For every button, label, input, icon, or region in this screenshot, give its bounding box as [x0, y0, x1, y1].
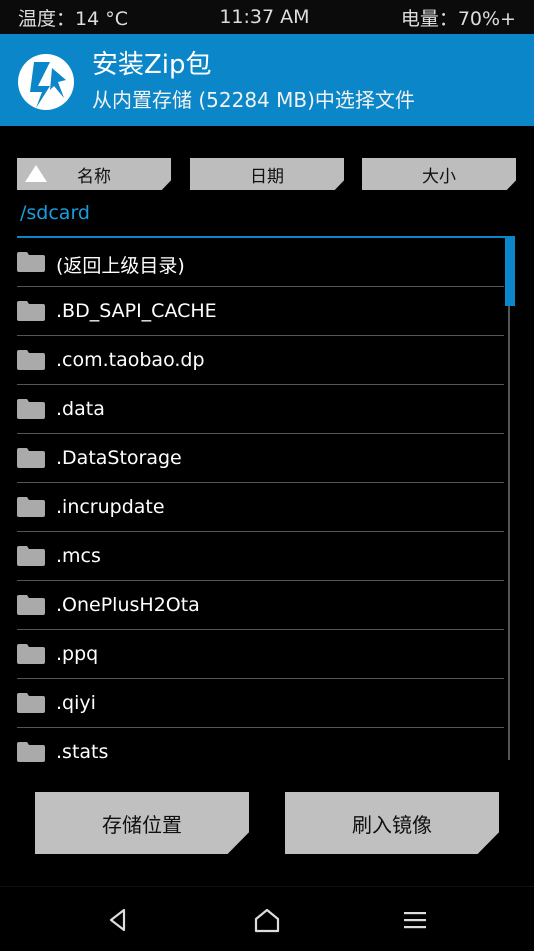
file-name: .mcs [56, 545, 101, 567]
file-name: .qiyi [56, 692, 96, 714]
header-title: 安装Zip包 [92, 50, 212, 80]
scrollbar-track[interactable] [508, 238, 510, 760]
file-name: .BD_SAPI_CACHE [56, 300, 217, 322]
file-name: .DataStorage [56, 447, 182, 469]
folder-icon [17, 350, 45, 370]
folder-icon [17, 595, 45, 615]
folder-icon [17, 497, 45, 517]
folder-icon [17, 252, 45, 272]
scrollbar-thumb[interactable] [505, 238, 515, 306]
status-bar: 温度：14 °C 11:37 AM 电量：70%+ [0, 0, 534, 34]
sort-name-label: 名称 [77, 166, 111, 187]
current-path: /sdcard [20, 202, 90, 224]
file-row[interactable]: .ppq [17, 630, 504, 679]
folder-icon [17, 399, 45, 419]
file-name: (返回上级目录) [56, 255, 185, 277]
folder-icon [17, 546, 45, 566]
storage-location-label: 存储位置 [102, 812, 182, 837]
sort-size-label: 大小 [422, 166, 456, 187]
folder-icon [17, 693, 45, 713]
sort-by-date-button[interactable]: 日期 [190, 158, 344, 190]
file-row[interactable]: .stats [17, 728, 504, 776]
storage-location-button[interactable]: 存储位置 [35, 792, 249, 854]
file-name: .data [56, 398, 105, 420]
flash-image-button[interactable]: 刷入镜像 [285, 792, 499, 854]
file-name: .ppq [56, 643, 99, 665]
folder-icon [17, 301, 45, 321]
sort-by-size-button[interactable]: 大小 [362, 158, 516, 190]
sort-by-name-button[interactable]: 名称 [17, 158, 171, 190]
file-name: .incrupdate [56, 496, 165, 518]
file-row[interactable]: .DataStorage [17, 434, 504, 483]
flash-image-label: 刷入镜像 [352, 812, 432, 837]
file-row[interactable]: .mcs [17, 532, 504, 581]
file-row[interactable]: .com.taobao.dp [17, 336, 504, 385]
twrp-logo-icon [16, 52, 76, 112]
file-row[interactable]: .OnePlusH2Ota [17, 581, 504, 630]
file-row[interactable]: .data [17, 385, 504, 434]
file-row-parent[interactable]: (返回上级目录) [17, 238, 504, 287]
file-name: .stats [56, 741, 109, 763]
clock-text: 11:37 AM [219, 6, 310, 28]
folder-icon [17, 448, 45, 468]
file-row[interactable]: .BD_SAPI_CACHE [17, 287, 504, 336]
folder-icon [17, 742, 45, 762]
sort-ascending-icon [25, 165, 47, 182]
temperature-text: 温度：14 °C [18, 7, 128, 30]
home-icon[interactable] [252, 905, 282, 935]
file-row[interactable]: .qiyi [17, 679, 504, 728]
navigation-bar [0, 886, 534, 951]
battery-text: 电量：70%+ [400, 7, 516, 30]
file-list: (返回上级目录) .BD_SAPI_CACHE .com.taobao.dp .… [17, 238, 504, 776]
header: 安装Zip包 从内置存储 (52284 MB)中选择文件 [0, 34, 534, 126]
file-name: .com.taobao.dp [56, 349, 205, 371]
file-name: .OnePlusH2Ota [56, 594, 200, 616]
header-subtitle: 从内置存储 (52284 MB)中选择文件 [92, 88, 415, 112]
menu-icon[interactable] [400, 905, 430, 935]
folder-icon [17, 644, 45, 664]
sort-date-label: 日期 [250, 166, 284, 187]
file-row[interactable]: .incrupdate [17, 483, 504, 532]
back-icon[interactable] [104, 905, 134, 935]
